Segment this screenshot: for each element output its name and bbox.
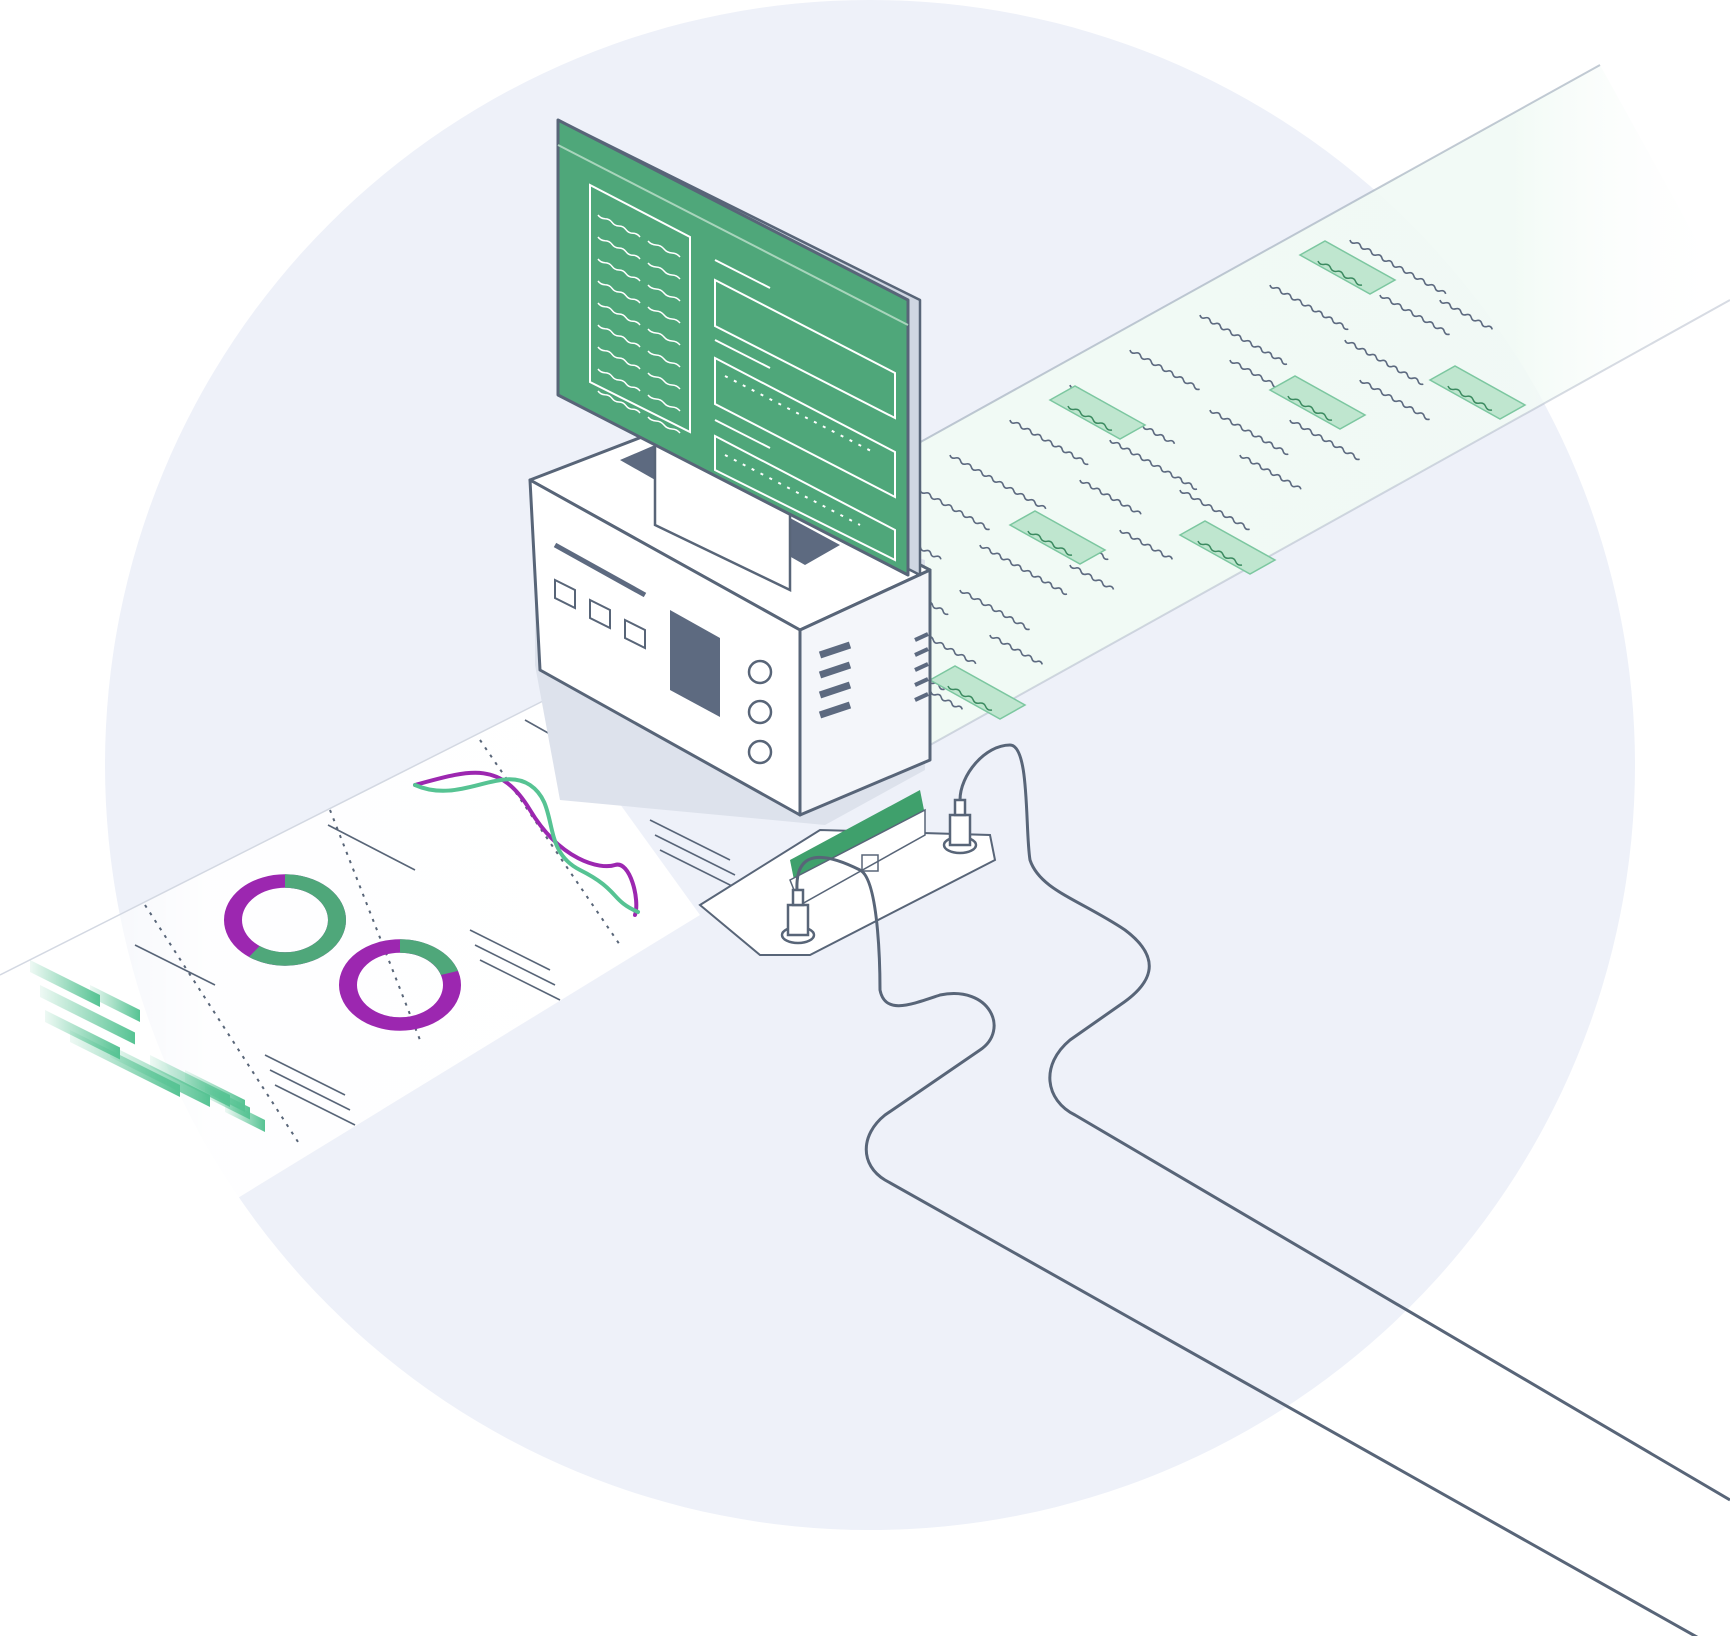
illustration-canvas (0, 0, 1730, 1636)
